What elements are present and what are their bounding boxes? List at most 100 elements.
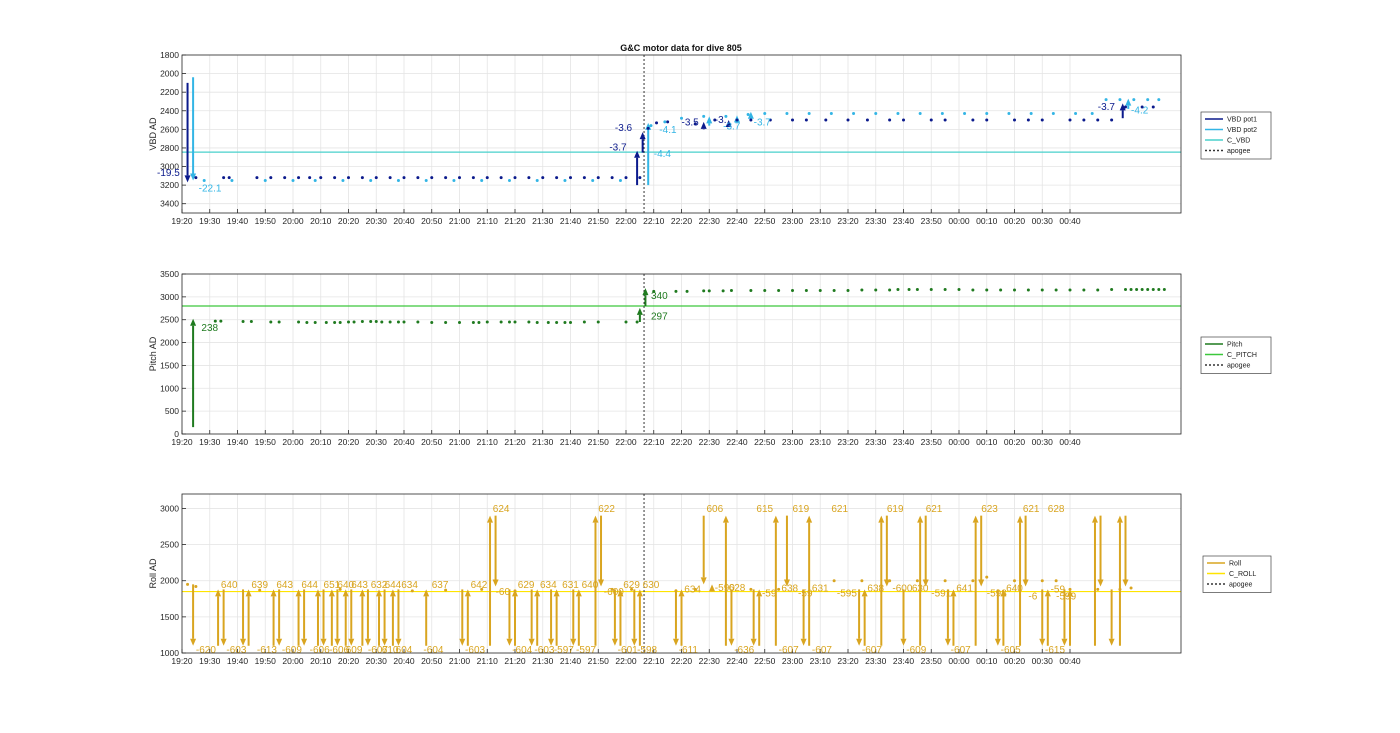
data-point-pitch <box>485 320 489 324</box>
data-point-vbd-pot2 <box>1157 98 1161 102</box>
data-point-roll <box>513 589 517 593</box>
data-annotation: -600 <box>604 587 624 598</box>
data-point-vbd-pot2 <box>785 112 789 116</box>
data-point-pitch <box>896 288 900 292</box>
legend-label: Roll <box>1229 561 1242 568</box>
data-annotation: 631 <box>562 580 579 591</box>
y-axis-label: Pitch AD <box>148 336 158 371</box>
data-point-pitch <box>1151 288 1155 292</box>
data-point-roll <box>1118 587 1122 591</box>
data-point-vbd-pot1 <box>297 176 301 180</box>
data-annotation: -3.7 <box>609 143 627 154</box>
data-point-vbd-pot2 <box>263 178 267 182</box>
x-tick-label: 23:20 <box>837 437 859 447</box>
data-point-vbd-pot2 <box>1104 98 1108 102</box>
data-annotation: -60 <box>496 587 511 598</box>
data-point-pitch <box>596 320 600 324</box>
data-point-vbd-pot1 <box>402 176 406 180</box>
x-tick-label: 19:30 <box>199 656 221 666</box>
x-tick-label: 20:20 <box>338 656 360 666</box>
data-point-vbd-pot2 <box>424 178 428 182</box>
data-point-vbd-pot1 <box>416 176 420 180</box>
x-tick-label: 19:40 <box>227 656 249 666</box>
data-point-vbd-pot2 <box>807 112 811 116</box>
data-point-pitch <box>396 320 400 324</box>
x-tick-label: 22:20 <box>671 656 693 666</box>
x-tick-label: 20:20 <box>338 216 360 226</box>
data-point-vbd-pot2 <box>369 178 373 182</box>
data-annotation: -604 <box>512 645 532 656</box>
data-point-vbd-pot1 <box>1026 118 1030 122</box>
data-point-vbd-pot1 <box>804 118 808 122</box>
x-tick-label: 00:40 <box>1059 216 1081 226</box>
data-annotation: -22.1 <box>199 184 222 195</box>
x-tick-label: 22:20 <box>671 216 693 226</box>
data-point-roll <box>943 579 947 583</box>
motor-move-arrowhead <box>492 579 499 587</box>
data-point-pitch <box>1129 288 1133 292</box>
y-axis-label: Roll AD <box>148 558 158 589</box>
data-annotation: -613 <box>257 645 277 656</box>
data-point-roll <box>1054 579 1058 583</box>
motor-move-arrowhead <box>639 132 646 140</box>
data-point-vbd-pot2 <box>1051 112 1055 116</box>
data-point-pitch <box>1040 288 1044 292</box>
x-tick-label: 21:30 <box>532 216 554 226</box>
data-annotation: -603 <box>226 645 246 656</box>
y-tick-label: 1500 <box>160 612 179 622</box>
data-point-pitch <box>685 289 689 293</box>
data-point-vbd-pot2 <box>702 114 706 118</box>
data-annotation: 619 <box>793 504 810 515</box>
data-point-pitch <box>888 288 892 292</box>
x-tick-label: 23:40 <box>893 437 915 447</box>
data-point-vbd-pot1 <box>388 176 392 180</box>
data-point-pitch <box>333 320 337 324</box>
data-annotation: 621 <box>831 504 848 515</box>
figure-title: G&C motor data for dive 805 <box>620 43 742 53</box>
data-annotation: -600 <box>892 584 912 595</box>
data-point-pitch <box>241 320 245 324</box>
data-point-pitch <box>1054 288 1058 292</box>
data-point-vbd-pot2 <box>480 178 484 182</box>
motor-move-arrowhead <box>1108 638 1115 646</box>
data-point-roll <box>860 579 864 583</box>
x-tick-label: 22:20 <box>671 437 693 447</box>
data-annotation: 634 <box>540 580 557 591</box>
data-point-vbd-pot1 <box>374 176 378 180</box>
x-tick-label: 23:00 <box>782 437 804 447</box>
x-tick-label: 23:00 <box>782 216 804 226</box>
data-annotation: -59 <box>762 589 777 600</box>
data-annotation: -3.7 <box>723 121 741 132</box>
data-point-roll <box>888 579 892 583</box>
data-annotation: 630 <box>643 580 660 591</box>
data-point-pitch <box>347 320 350 324</box>
data-point-roll <box>674 589 678 593</box>
data-annotation: 621 <box>1023 504 1040 515</box>
data-annotation: 634 <box>684 584 701 595</box>
data-point-vbd-pot2 <box>649 124 653 128</box>
x-tick-label: 20:50 <box>421 656 443 666</box>
data-annotation: 634 <box>401 580 418 591</box>
x-tick-label: 20:40 <box>393 656 415 666</box>
data-annotation: -6 <box>1028 592 1037 603</box>
data-point-vbd-pot1 <box>308 176 312 180</box>
data-point-vbd-pot1 <box>499 176 503 180</box>
data-point-pitch <box>846 288 850 292</box>
data-annotation: 631 <box>812 584 829 595</box>
x-tick-label: 23:50 <box>921 216 943 226</box>
x-tick-label: 20:20 <box>338 437 360 447</box>
data-annotation: -598 <box>637 645 657 656</box>
data-annotation: 644 <box>301 580 318 591</box>
motor-move-arrowhead <box>978 579 985 587</box>
data-point-vbd-pot2 <box>763 112 767 116</box>
x-tick-label: 23:10 <box>810 656 832 666</box>
motor-move-arrowhead <box>772 515 779 523</box>
data-point-pitch <box>513 320 517 324</box>
data-point-pitch <box>1157 288 1161 292</box>
x-tick-label: 00:40 <box>1059 656 1081 666</box>
data-annotation: -603 <box>534 645 554 656</box>
data-annotation: -603 <box>465 645 485 656</box>
data-point-vbd-pot2 <box>1029 112 1033 116</box>
legend: Roll C_ROLLapogee <box>1202 555 1272 593</box>
data-point-vbd-pot1 <box>1068 118 1072 122</box>
